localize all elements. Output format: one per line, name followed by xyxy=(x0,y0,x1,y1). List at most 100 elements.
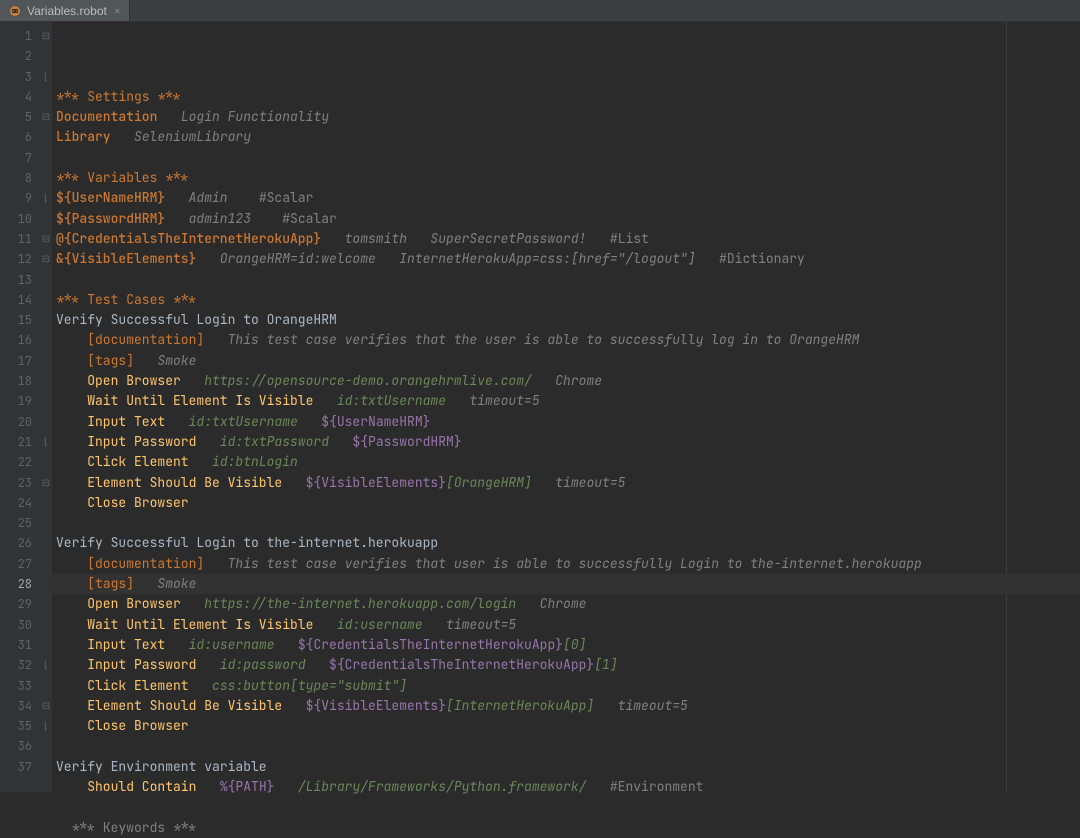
code-line[interactable]: Input Text id:txtUsername ${UserNameHRM} xyxy=(56,412,1080,432)
fold-marker[interactable]: ⌊ xyxy=(40,716,52,736)
code-line[interactable]: *** Variables *** xyxy=(56,168,1080,188)
fold-marker xyxy=(40,168,52,188)
code-line[interactable]: Close Browser xyxy=(56,493,1080,513)
code-line[interactable]: [documentation] This test case verifies … xyxy=(56,554,1080,574)
code-line[interactable] xyxy=(56,513,1080,533)
fold-marker[interactable]: ⌊ xyxy=(40,67,52,87)
line-number[interactable]: 36 xyxy=(6,736,32,756)
code-line[interactable]: ${UserNameHRM} Admin #Scalar xyxy=(56,188,1080,208)
code-line[interactable]: &{VisibleElements} OrangeHRM=id:welcome … xyxy=(56,249,1080,269)
line-number[interactable]: 37 xyxy=(6,757,32,777)
close-icon[interactable]: × xyxy=(114,3,121,19)
code-line[interactable]: [tags] Smoke xyxy=(56,351,1080,371)
fold-marker xyxy=(40,736,52,756)
fold-gutter[interactable]: ⊟⌊⊟⌊⊟⊟⌊⊟⌊⊟⌊ xyxy=(40,22,52,792)
code-line[interactable]: Library SeleniumLibrary xyxy=(56,127,1080,147)
line-number[interactable]: 16 xyxy=(6,330,32,350)
code-line[interactable]: Verify Successful Login to OrangeHRM xyxy=(56,310,1080,330)
line-number[interactable]: 22 xyxy=(6,452,32,472)
line-number[interactable]: 4 xyxy=(6,87,32,107)
tab-label: Variables.robot xyxy=(27,4,107,18)
line-number[interactable]: 30 xyxy=(6,615,32,635)
line-number[interactable]: 17 xyxy=(6,351,32,371)
code-line[interactable] xyxy=(56,148,1080,168)
line-number[interactable]: 21 xyxy=(6,432,32,452)
line-number[interactable]: 31 xyxy=(6,635,32,655)
code-line[interactable]: *** Settings *** xyxy=(56,87,1080,107)
code-line[interactable]: Element Should Be Visible ${VisibleEleme… xyxy=(56,473,1080,493)
right-margin-guide xyxy=(1006,22,1007,792)
code-line[interactable]: Wait Until Element Is Visible id:usernam… xyxy=(56,615,1080,635)
code-line[interactable]: *** Keywords *** xyxy=(56,818,1080,838)
code-line[interactable]: Open Browser https://opensource-demo.ora… xyxy=(56,371,1080,391)
code-line[interactable]: Should Contain %{PATH} /Library/Framewor… xyxy=(56,777,1080,797)
line-number[interactable]: 12 xyxy=(6,249,32,269)
code-line[interactable]: [documentation] This test case verifies … xyxy=(56,330,1080,350)
fold-marker[interactable]: ⊟ xyxy=(40,696,52,716)
code-line[interactable]: Close Browser xyxy=(56,716,1080,736)
line-number[interactable]: 33 xyxy=(6,676,32,696)
fold-marker xyxy=(40,554,52,574)
line-number[interactable]: 27 xyxy=(6,554,32,574)
code-line[interactable]: ${PasswordHRM} admin123 #Scalar xyxy=(56,209,1080,229)
code-line[interactable] xyxy=(56,736,1080,756)
current-line-highlight xyxy=(52,574,1080,594)
line-number[interactable]: 8 xyxy=(6,168,32,188)
line-number[interactable]: 11 xyxy=(6,229,32,249)
code-line[interactable]: @{CredentialsTheInternetHerokuApp} tomsm… xyxy=(56,229,1080,249)
line-number[interactable]: 34 xyxy=(6,696,32,716)
code-line[interactable]: Wait Until Element Is Visible id:txtUser… xyxy=(56,391,1080,411)
line-number[interactable]: 9 xyxy=(6,188,32,208)
code-line[interactable]: Click Element css:button[type="submit"] xyxy=(56,676,1080,696)
line-number[interactable]: 18 xyxy=(6,371,32,391)
line-number[interactable]: 15 xyxy=(6,310,32,330)
fold-marker xyxy=(40,209,52,229)
line-number[interactable]: 23 xyxy=(6,473,32,493)
fold-marker xyxy=(40,351,52,371)
line-number-gutter[interactable]: 1234567891011121314151617181920212223242… xyxy=(6,22,40,792)
line-number[interactable]: 6 xyxy=(6,127,32,147)
code-line[interactable]: Verify Environment variable xyxy=(56,757,1080,777)
code-line[interactable]: Click Element id:btnLogin xyxy=(56,452,1080,472)
fold-marker[interactable]: ⌊ xyxy=(40,655,52,675)
code-line[interactable]: Input Password id:txtPassword ${Password… xyxy=(56,432,1080,452)
code-line[interactable]: *** Test Cases *** xyxy=(56,290,1080,310)
code-line[interactable]: Input Password id:password ${Credentials… xyxy=(56,655,1080,675)
line-number[interactable]: 10 xyxy=(6,209,32,229)
file-tab[interactable]: Variables.robot × xyxy=(0,0,130,21)
fold-marker[interactable]: ⊟ xyxy=(40,249,52,269)
line-number[interactable]: 19 xyxy=(6,391,32,411)
fold-marker xyxy=(40,87,52,107)
line-number[interactable]: 13 xyxy=(6,270,32,290)
line-number[interactable]: 1 xyxy=(6,26,32,46)
line-number[interactable]: 14 xyxy=(6,290,32,310)
line-number[interactable]: 28 xyxy=(6,574,32,594)
line-number[interactable]: 24 xyxy=(6,493,32,513)
line-number[interactable]: 5 xyxy=(6,107,32,127)
fold-marker[interactable]: ⌊ xyxy=(40,432,52,452)
line-number[interactable]: 26 xyxy=(6,533,32,553)
fold-marker xyxy=(40,270,52,290)
code-line[interactable]: Open Browser https://the-internet.heroku… xyxy=(56,594,1080,614)
line-number[interactable]: 29 xyxy=(6,594,32,614)
code-editor[interactable]: *** Settings ***Documentation Login Func… xyxy=(52,22,1080,792)
line-number[interactable]: 25 xyxy=(6,513,32,533)
fold-marker[interactable]: ⊟ xyxy=(40,229,52,249)
fold-marker[interactable]: ⊟ xyxy=(40,473,52,493)
code-line[interactable]: Documentation Login Functionality xyxy=(56,107,1080,127)
line-number[interactable]: 20 xyxy=(6,412,32,432)
fold-marker[interactable]: ⊟ xyxy=(40,107,52,127)
line-number[interactable]: 3 xyxy=(6,67,32,87)
code-line[interactable]: Input Text id:username ${CredentialsTheI… xyxy=(56,635,1080,655)
line-number[interactable]: 35 xyxy=(6,716,32,736)
code-line[interactable]: Verify Successful Login to the-internet.… xyxy=(56,533,1080,553)
code-line[interactable]: Element Should Be Visible ${VisibleEleme… xyxy=(56,696,1080,716)
fold-marker[interactable]: ⊟ xyxy=(40,26,52,46)
code-line[interactable] xyxy=(56,797,1080,817)
line-number[interactable]: 7 xyxy=(6,148,32,168)
fold-marker[interactable]: ⌊ xyxy=(40,188,52,208)
line-number[interactable]: 2 xyxy=(6,46,32,66)
line-number[interactable]: 32 xyxy=(6,655,32,675)
code-line[interactable] xyxy=(56,270,1080,290)
fold-marker xyxy=(40,615,52,635)
